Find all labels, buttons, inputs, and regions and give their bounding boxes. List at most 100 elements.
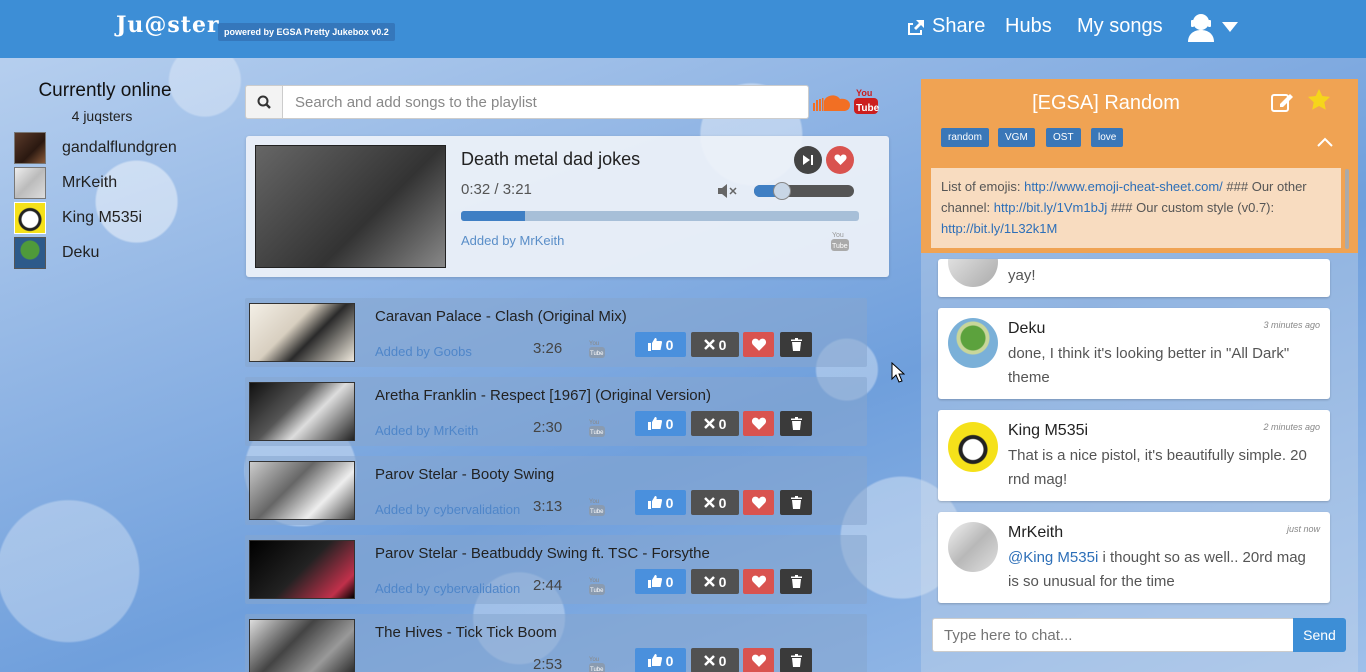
channel-link[interactable]: http://bit.ly/1Vm1bJj (994, 200, 1107, 215)
online-user[interactable]: King M535i (14, 200, 204, 235)
search-button[interactable] (245, 85, 283, 119)
online-user[interactable]: MrKeith (14, 165, 204, 200)
my-songs-link[interactable]: My songs (1077, 15, 1163, 38)
youtube-icon[interactable]: You Tube (588, 497, 606, 522)
chat-message: King M535i 2 minutes ago That is a nice … (938, 410, 1330, 501)
youtube-icon[interactable]: You Tube (588, 418, 606, 443)
song-duration: 3:13 (533, 498, 563, 515)
song-added-by[interactable]: Added by MrKeith (375, 423, 478, 438)
skip-vote-button[interactable]: 0 (691, 332, 739, 357)
svg-text:Tube: Tube (590, 667, 604, 672)
search-icon (257, 95, 271, 109)
now-playing-time: 0:32 / 3:21 (461, 181, 532, 198)
favorite-button[interactable] (743, 490, 774, 515)
style-link[interactable]: http://bit.ly/1L32k1M (941, 221, 1057, 236)
like-button[interactable]: 0 (635, 648, 686, 672)
star-icon (1308, 89, 1330, 110)
description-scrollbar[interactable] (1345, 169, 1349, 249)
chat-message: yay! (938, 259, 1330, 297)
emoji-link[interactable]: http://www.emoji-cheat-sheet.com/ (1024, 179, 1223, 194)
now-playing-added-by[interactable]: Added by MrKeith (461, 233, 564, 248)
svg-text:You: You (832, 232, 844, 239)
skip-button[interactable] (794, 146, 822, 174)
song-thumbnail[interactable] (249, 619, 355, 672)
thumbs-up-icon (647, 575, 662, 588)
playlist-row[interactable]: Parov Stelar - Booty Swing Added by cybe… (245, 456, 867, 525)
favorite-button[interactable] (826, 146, 854, 174)
skip-vote-button[interactable]: 0 (691, 648, 739, 672)
youtube-icon[interactable]: You Tube (588, 576, 606, 601)
like-count: 0 (665, 573, 674, 590)
edit-button[interactable] (1271, 91, 1295, 118)
now-playing-title: Death metal dad jokes (461, 149, 641, 169)
skip-count: 0 (718, 573, 727, 590)
hub-tag[interactable]: OST (1046, 128, 1081, 147)
playlist-row[interactable]: Aretha Franklin - Respect [1967] (Origin… (245, 377, 867, 446)
song-title: Caravan Palace - Clash (Original Mix) (375, 308, 627, 325)
delete-button[interactable] (780, 332, 812, 357)
favorite-button[interactable] (743, 411, 774, 436)
song-added-by[interactable]: Added by Goobs (375, 344, 472, 359)
like-button[interactable]: 0 (635, 490, 686, 515)
send-button[interactable]: Send (1293, 618, 1346, 652)
delete-button[interactable] (780, 648, 812, 672)
song-thumbnail[interactable] (249, 461, 355, 520)
chat-message-author[interactable]: Deku (1008, 320, 1045, 338)
youtube-icon[interactable]: You Tube (588, 339, 606, 364)
online-user[interactable]: Deku (14, 235, 204, 270)
song-thumbnail[interactable] (249, 303, 355, 362)
user-menu[interactable] (1186, 12, 1238, 42)
song-duration: 2:53 (533, 656, 563, 672)
song-thumbnail[interactable] (249, 540, 355, 599)
favorite-button[interactable] (743, 569, 774, 594)
svg-text:Tube: Tube (590, 351, 604, 357)
search-bar (245, 85, 809, 119)
now-playing-card: Death metal dad jokes 0:32 / 3:21 Added … (246, 136, 889, 277)
chat-message-author[interactable]: MrKeith (1008, 524, 1063, 542)
song-added-by[interactable]: Added by cybervalidation (375, 581, 520, 596)
mute-button[interactable] (716, 182, 738, 205)
online-user-name: MrKeith (62, 173, 118, 191)
soundcloud-icon[interactable] (812, 93, 850, 116)
song-thumbnail[interactable] (249, 382, 355, 441)
search-input[interactable] (283, 85, 809, 119)
hub-tag[interactable]: random (941, 128, 989, 147)
playlist-row[interactable]: Caravan Palace - Clash (Original Mix) Ad… (245, 298, 867, 367)
user-mention[interactable]: @King M535i (1008, 549, 1098, 566)
hubs-link[interactable]: Hubs (1005, 15, 1052, 38)
collapse-button[interactable] (1317, 134, 1333, 152)
avatar (948, 422, 998, 472)
delete-button[interactable] (780, 569, 812, 594)
volume-slider[interactable] (754, 182, 854, 200)
youtube-icon[interactable]: You Tube (588, 655, 606, 672)
playlist-row[interactable]: Parov Stelar - Beatbuddy Swing ft. TSC -… (245, 535, 867, 604)
playlist-row[interactable]: The Hives - Tick Tick Boom 2:53 You Tube … (245, 614, 867, 672)
like-button[interactable]: 0 (635, 332, 686, 357)
favorite-hub-button[interactable] (1307, 88, 1331, 117)
skip-vote-button[interactable]: 0 (691, 569, 739, 594)
chat-message-author[interactable]: King M535i (1008, 422, 1088, 440)
favorite-button[interactable] (743, 648, 774, 672)
skip-vote-button[interactable]: 0 (691, 411, 739, 436)
playback-progress[interactable] (461, 211, 859, 221)
skip-vote-button[interactable]: 0 (691, 490, 739, 515)
now-playing-video[interactable] (255, 145, 446, 268)
volume-handle[interactable] (773, 182, 791, 200)
share-link[interactable]: Share (906, 15, 985, 38)
youtube-icon[interactable]: You Tube (853, 87, 880, 120)
delete-button[interactable] (780, 490, 812, 515)
delete-button[interactable] (780, 411, 812, 436)
chat-message: MrKeith just now @King M535i i thought s… (938, 512, 1330, 603)
youtube-icon[interactable]: You Tube (830, 230, 850, 257)
online-user[interactable]: gandalflundgren (14, 130, 204, 165)
trash-icon (790, 338, 802, 351)
favorite-button[interactable] (743, 332, 774, 357)
chat-input[interactable] (932, 618, 1294, 652)
like-button[interactable]: 0 (635, 411, 686, 436)
song-title: The Hives - Tick Tick Boom (375, 624, 557, 641)
like-button[interactable]: 0 (635, 569, 686, 594)
hub-tag[interactable]: VGM (998, 128, 1035, 147)
hub-tag[interactable]: love (1091, 128, 1124, 147)
app-logo[interactable]: Ju@ster (116, 12, 220, 38)
song-added-by[interactable]: Added by cybervalidation (375, 502, 520, 517)
